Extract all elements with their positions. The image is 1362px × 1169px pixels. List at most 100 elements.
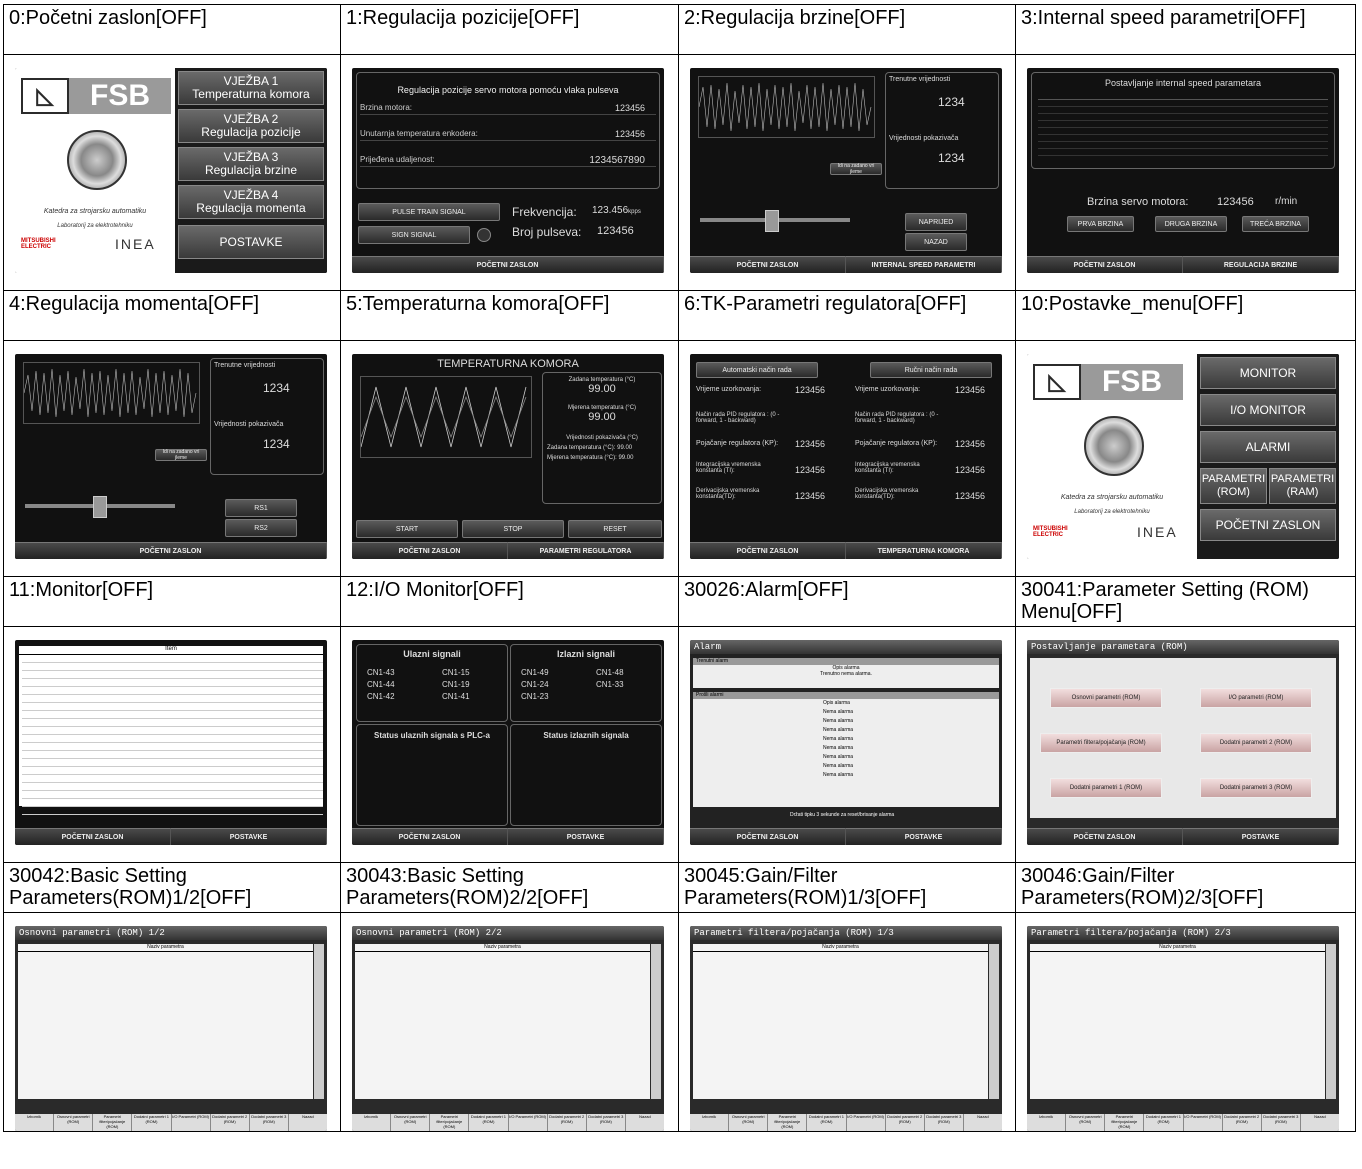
monitor-button[interactable]: MONITOR	[1200, 357, 1336, 389]
postavke-button[interactable]: POSTAVKE	[178, 225, 324, 259]
inea-logo: INEA	[1137, 524, 1178, 540]
pocetni-zaslon-button[interactable]: POČETNI ZASLON	[352, 256, 664, 273]
tab-dodatni-2[interactable]: Dodatni parametri 2 (ROM)	[886, 1114, 925, 1131]
alarm-header: Alarm	[690, 640, 1002, 654]
tab-osnovni[interactable]: Osnovni parametri (ROM)	[729, 1114, 769, 1131]
tab-nazad[interactable]: Nazad	[964, 1114, 1002, 1131]
tab-dodatni-3[interactable]: Dodatni parametri 3 (ROM)	[587, 1114, 626, 1131]
params-scrollbar[interactable]	[651, 944, 661, 1099]
rs1-button[interactable]: RS1	[225, 499, 297, 517]
tab-dodatni-3[interactable]: Dodatni parametri 3 (ROM)	[250, 1114, 289, 1131]
pulse-train-button[interactable]: PULSE TRAIN SIGNAL	[358, 203, 500, 221]
tab-filter[interactable]: Parametri filter/pojačanje (ROM)	[93, 1114, 133, 1131]
params-scrollbar[interactable]	[314, 944, 324, 1099]
params-scrollbar[interactable]	[1326, 944, 1336, 1099]
tab-dodatni-1[interactable]: Dodatni parametri 1 (ROM)	[807, 1114, 847, 1131]
tab-filter[interactable]: Parametri filter/pojačanje (ROM)	[430, 1114, 470, 1131]
tab-osnovni[interactable]: Osnovni parametri (ROM)	[54, 1114, 94, 1131]
no-alarm-text: Trenutno nema alarma.	[820, 671, 872, 677]
params-header: Osnovni parametri (ROM) 1/2	[15, 926, 327, 940]
tab-nazad[interactable]: Nazad	[289, 1114, 327, 1131]
tab-osnovni[interactable]: Osnovni parametri (ROM)	[1066, 1114, 1106, 1131]
auto-mode-button[interactable]: Automatski način rada	[696, 362, 818, 378]
pocetni-zaslon-button[interactable]: POČETNI ZASLON	[1027, 256, 1183, 273]
fsb-logo: ◺ FSB	[1033, 364, 1183, 400]
speed-slider-handle[interactable]	[765, 210, 779, 232]
tab-filter[interactable]: Parametri filter/pojačanje (ROM)	[768, 1114, 808, 1131]
inea-logo: INEA	[115, 236, 156, 252]
inputs-title: Ulazni signali	[403, 649, 461, 659]
tab-dodatni-2[interactable]: Dodatni parametri 2 (ROM)	[548, 1114, 587, 1131]
manual-mode-button[interactable]: Ručni način rada	[870, 362, 992, 378]
tab-nazad[interactable]: Nazad	[626, 1114, 664, 1131]
vjezba-4-button[interactable]: VJEŽBA 4 Regulacija momenta	[178, 185, 324, 219]
tab-dodatni-3[interactable]: Dodatni parametri 3 (ROM)	[1262, 1114, 1301, 1131]
pocetni-zaslon-button[interactable]: POČETNI ZASLON	[690, 542, 846, 559]
vjezba-3-button[interactable]: VJEŽBA 3 Regulacija brzine	[178, 147, 324, 181]
tab-izbornik[interactable]: Izbornik	[352, 1114, 392, 1131]
pocetni-zaslon-button[interactable]: POČETNI ZASLON	[690, 828, 846, 845]
postavke-button[interactable]: POSTAVKE	[846, 828, 1002, 845]
reset-button[interactable]: RESET	[568, 520, 662, 538]
apply-button[interactable]: Idi na zadano vri jleme	[830, 163, 882, 175]
dept-text: Katedra za strojarsku automatiku	[1060, 494, 1164, 501]
prva-brzina-button[interactable]: PRVA BRZINA	[1067, 216, 1134, 232]
stop-button[interactable]: STOP	[462, 520, 564, 538]
tab-dodatni-1[interactable]: Dodatni parametri 1 (ROM)	[469, 1114, 509, 1131]
druga-brzina-button[interactable]: DRUGA BRZINA	[1155, 216, 1227, 232]
lab-text: Laboratorij za elektrotehniku	[57, 223, 133, 229]
tab-nazad[interactable]: Nazad	[1301, 1114, 1339, 1131]
pocetni-zaslon-button[interactable]: POČETNI ZASLON	[352, 542, 508, 559]
osnovni-parametri-button[interactable]: Osnovni parametri (ROM)	[1050, 688, 1162, 708]
tab-izbornik[interactable]: Izbornik	[690, 1114, 730, 1131]
rs2-button[interactable]: RS2	[225, 519, 297, 537]
io-monitor-button[interactable]: I/O MONITOR	[1200, 394, 1336, 426]
internal-speed-button[interactable]: INTERNAL SPEED PARAMETRI	[846, 256, 1002, 273]
postavke-button[interactable]: POSTAVKE	[508, 828, 664, 845]
temperaturna-komora-button[interactable]: TEMPERATURNA KOMORA	[846, 542, 1002, 559]
dodatni-2-button[interactable]: Dodatni parametri 2 (ROM)	[1200, 733, 1312, 753]
alarmi-button[interactable]: ALARMI	[1200, 431, 1336, 463]
tab-dodatni-1[interactable]: Dodatni parametri 1 (ROM)	[132, 1114, 172, 1131]
postavke-button[interactable]: POSTAVKE	[1183, 828, 1339, 845]
tab-izbornik[interactable]: Izbornik	[1027, 1114, 1067, 1131]
tab-dodatni-1[interactable]: Dodatni parametri 1 (ROM)	[1144, 1114, 1184, 1131]
filter-parametri-button[interactable]: Parametri filtera/pojačanja (ROM)	[1040, 733, 1162, 753]
start-button[interactable]: START	[356, 520, 458, 538]
monitor-rows	[19, 655, 323, 815]
parametri-rom-button[interactable]: PARAMETRI (ROM)	[1200, 468, 1267, 504]
current-torque-value: 1234	[263, 381, 290, 395]
pocetni-zaslon-button[interactable]: POČETNI ZASLON	[1200, 509, 1336, 541]
tab-dodatni-2[interactable]: Dodatni parametri 2 (ROM)	[211, 1114, 250, 1131]
dodatni-3-button[interactable]: Dodatni parametri 3 (ROM)	[1200, 778, 1312, 798]
params-scrollbar[interactable]	[989, 944, 999, 1099]
nazad-button[interactable]: NAZAD	[905, 233, 967, 251]
parametri-regulatora-button[interactable]: PARAMETRI REGULATORA	[508, 542, 664, 559]
regulacija-brzine-button[interactable]: REGULACIJA BRZINE	[1183, 256, 1339, 273]
pocetni-zaslon-button[interactable]: POČETNI ZASLON	[352, 828, 508, 845]
naprijed-button[interactable]: NAPRIJED	[905, 213, 967, 231]
torque-slider-handle[interactable]	[93, 496, 107, 518]
pocetni-zaslon-button[interactable]: POČETNI ZASLON	[1027, 828, 1183, 845]
tab-io[interactable]: I/O Parametri (ROM)	[172, 1114, 211, 1131]
apply-button[interactable]: Idi na zadano vri jleme	[155, 449, 207, 461]
tab-dodatni-2[interactable]: Dodatni parametri 2 (ROM)	[1223, 1114, 1262, 1131]
pocetni-zaslon-button[interactable]: POČETNI ZASLON	[690, 256, 846, 273]
sign-signal-button[interactable]: SIGN SIGNAL	[358, 226, 470, 244]
vjezba-1-button[interactable]: VJEŽBA 1 Temperaturna komora	[178, 71, 324, 105]
tab-io[interactable]: I/O Parametri (ROM)	[509, 1114, 548, 1131]
treca-brzina-button[interactable]: TREĆA BRZINA	[1242, 216, 1309, 232]
vjezba-2-button[interactable]: VJEŽBA 2 Regulacija pozicije	[178, 109, 324, 143]
tab-osnovni[interactable]: Osnovni parametri (ROM)	[391, 1114, 431, 1131]
parametri-ram-button[interactable]: PARAMETRI (RAM)	[1269, 468, 1336, 504]
pocetni-zaslon-button[interactable]: POČETNI ZASLON	[15, 828, 171, 845]
dodatni-1-button[interactable]: Dodatni parametri 1 (ROM)	[1050, 778, 1162, 798]
postavke-button[interactable]: POSTAVKE	[171, 828, 327, 845]
tab-izbornik[interactable]: Izbornik	[15, 1114, 55, 1131]
io-parametri-button[interactable]: I/O parametri (ROM)	[1200, 688, 1312, 708]
tab-io[interactable]: I/O Parametri (ROM)	[1184, 1114, 1223, 1131]
tab-dodatni-3[interactable]: Dodatni parametri 3 (ROM)	[925, 1114, 964, 1131]
pocetni-zaslon-button[interactable]: POČETNI ZASLON	[15, 542, 327, 559]
tab-io[interactable]: I/O Parametri (ROM)	[847, 1114, 886, 1131]
tab-filter[interactable]: Parametri filter/pojačanje (ROM)	[1105, 1114, 1145, 1131]
